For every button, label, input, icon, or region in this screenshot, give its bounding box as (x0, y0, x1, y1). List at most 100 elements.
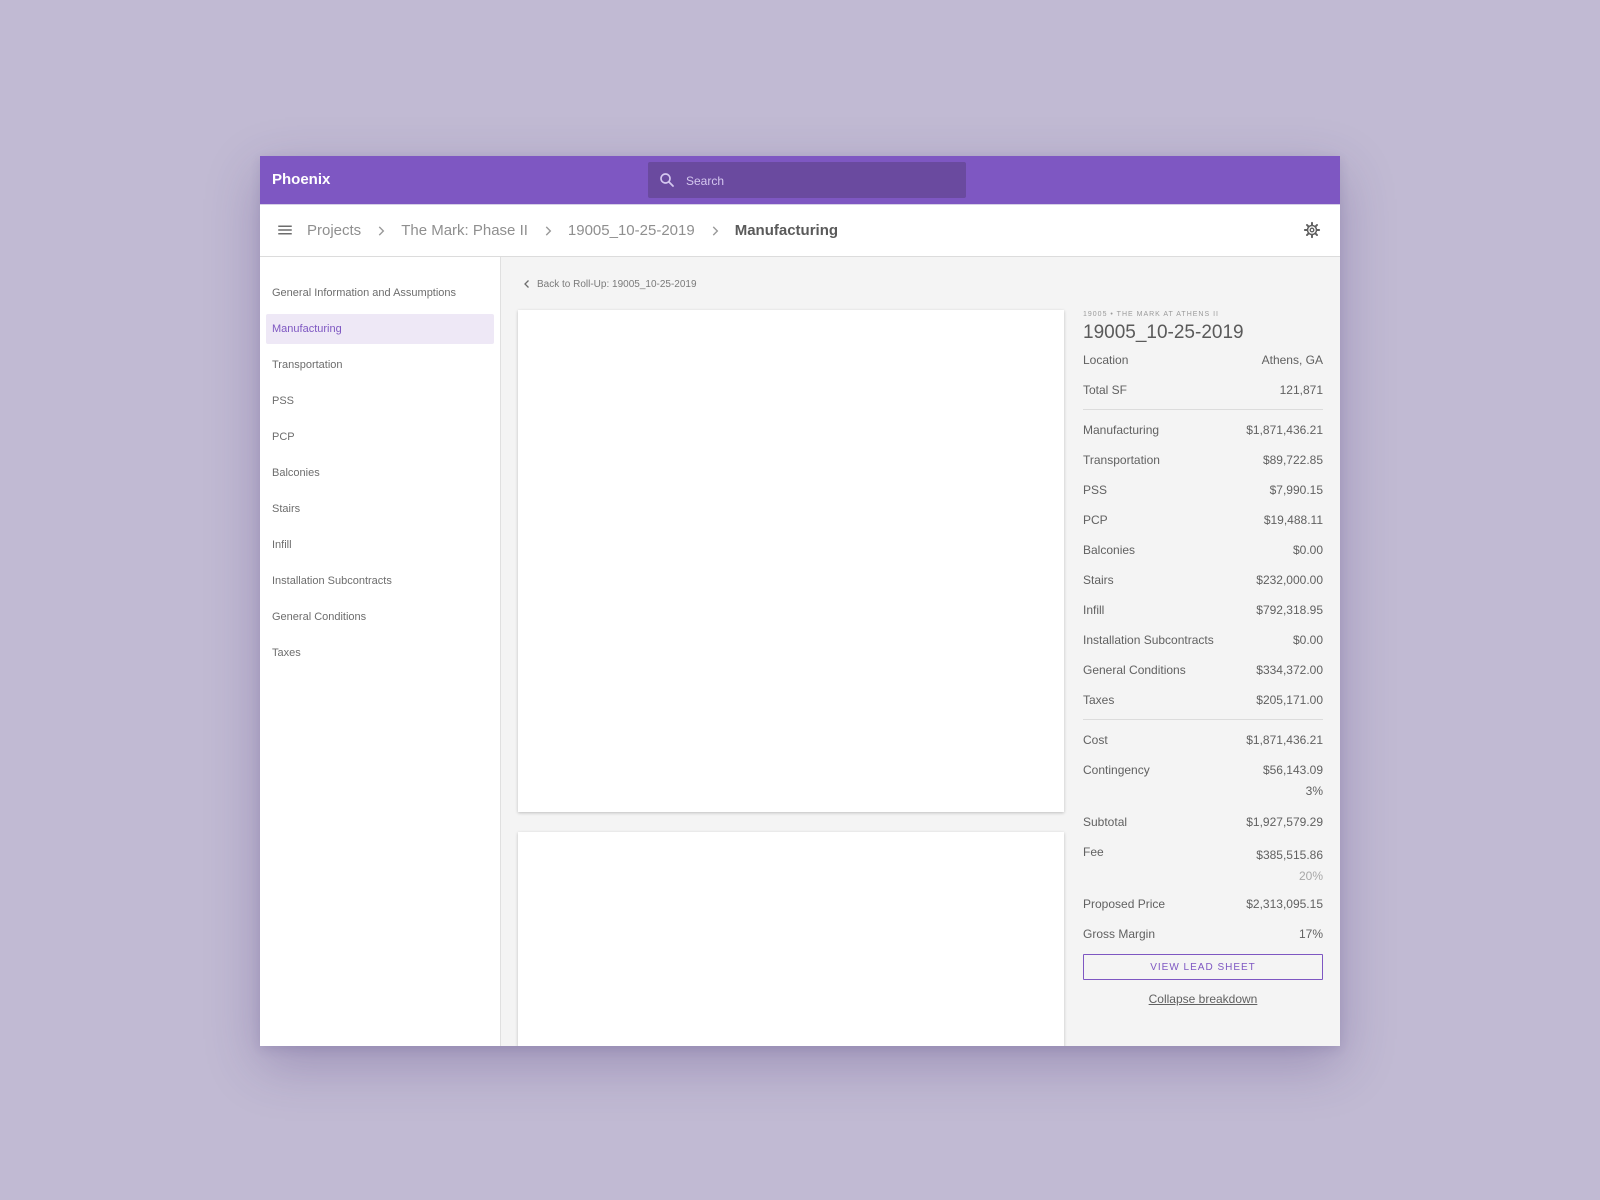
row-label: Total SF (1083, 383, 1128, 397)
summary-row-stairs: Stairs $232,000.00 (1083, 565, 1323, 595)
summary-title: 19005_10-25-2019 (1083, 322, 1244, 343)
row-value: $1,871,436.21 (1246, 733, 1323, 747)
row-values: $56,143.09 3% (1263, 760, 1323, 802)
row-label: Fee (1083, 845, 1104, 859)
row-label: Manufacturing (1083, 423, 1160, 437)
chevron-left-icon (524, 280, 529, 288)
summary-row-taxes: Taxes $205,171.00 (1083, 685, 1323, 715)
row-label: Location (1083, 353, 1129, 367)
divider (1083, 719, 1323, 720)
sidebar-item-general-information[interactable]: General Information and Assumptions (266, 278, 494, 308)
row-value: $792,318.95 (1256, 603, 1323, 617)
breadcrumb-bar: Projects The Mark: Phase II 19005_10-25-… (260, 204, 1340, 257)
row-label: Contingency (1083, 763, 1150, 777)
summary-row-pss: PSS $7,990.15 (1083, 475, 1323, 505)
sidebar-item-pcp[interactable]: PCP (266, 422, 494, 452)
row-label: Proposed Price (1083, 897, 1166, 911)
row-label: Infill (1083, 603, 1105, 617)
menu-icon[interactable] (276, 221, 294, 239)
search-icon (660, 173, 674, 187)
row-label: Cost (1083, 733, 1108, 747)
breadcrumb: Projects The Mark: Phase II 19005_10-25-… (307, 205, 838, 256)
summary-row-manufacturing: Manufacturing $1,871,436.21 (1083, 415, 1323, 445)
row-value: $205,171.00 (1256, 693, 1323, 707)
chevron-right-icon (545, 225, 552, 236)
collapse-breakdown-link[interactable]: Collapse breakdown (1083, 992, 1323, 1006)
row-percent: 3% (1305, 784, 1323, 798)
sidebar: General Information and Assumptions Manu… (260, 257, 501, 1046)
sidebar-item-manufacturing[interactable]: Manufacturing (266, 314, 494, 344)
app-window: Phoenix Projects The Mark: Phase II 1900… (260, 156, 1340, 1046)
sidebar-item-transportation[interactable]: Transportation (266, 350, 494, 380)
summary-row-balconies: Balconies $0.00 (1083, 535, 1323, 565)
breadcrumb-estimate[interactable]: 19005_10-25-2019 (568, 222, 695, 239)
row-value: 17% (1298, 927, 1323, 941)
back-to-rollup-link[interactable]: Back to Roll-Up: 19005_10-25-2019 (521, 275, 697, 293)
row-label: Transportation (1083, 453, 1160, 467)
divider (1083, 409, 1323, 410)
view-lead-sheet-button[interactable]: VIEW LEAD SHEET (1083, 954, 1323, 980)
row-value: $2,313,095.15 (1246, 897, 1323, 911)
summary-row-transportation: Transportation $89,722.85 (1083, 445, 1323, 475)
row-label: Stairs (1083, 573, 1114, 587)
content-card (518, 310, 1064, 812)
back-link-label: Back to Roll-Up: 19005_10-25-2019 (537, 278, 697, 290)
summary-row-proposed-price: Proposed Price $2,313,095.15 (1083, 889, 1323, 919)
summary-row-infill: Infill $792,318.95 (1083, 595, 1323, 625)
chevron-right-icon (378, 225, 385, 236)
summary-row-pcp: PCP $19,488.11 (1083, 505, 1323, 535)
row-value: $385,515.86 (1256, 848, 1323, 862)
row-values: $385,515.86 20% (1256, 845, 1323, 887)
content-card (518, 832, 1064, 1046)
row-value: $89,722.85 (1262, 453, 1323, 467)
summary-row-gross-margin: Gross Margin 17% (1083, 919, 1323, 949)
row-label: Taxes (1083, 693, 1115, 707)
row-label: PSS (1083, 483, 1108, 497)
row-value: $232,000.00 (1256, 573, 1323, 587)
row-value: $0.00 (1292, 633, 1323, 647)
row-label: General Conditions (1083, 663, 1186, 677)
summary-row-general-conditions: General Conditions $334,372.00 (1083, 655, 1323, 685)
sidebar-item-installation-subcontracts[interactable]: Installation Subcontracts (266, 566, 494, 596)
row-value: 121,871 (1279, 383, 1323, 397)
row-label: Subtotal (1083, 815, 1128, 829)
breadcrumb-projects[interactable]: Projects (307, 222, 361, 239)
row-label: PCP (1083, 513, 1108, 527)
sidebar-item-general-conditions[interactable]: General Conditions (266, 602, 494, 632)
search-input[interactable] (684, 162, 958, 200)
summary-row-cost: Cost $1,871,436.21 (1083, 725, 1323, 755)
row-value: $56,143.09 (1262, 763, 1323, 777)
search-box[interactable] (648, 162, 966, 200)
sidebar-list: General Information and Assumptions Manu… (260, 278, 500, 674)
summary-row-subtotal: Subtotal $1,927,579.29 (1083, 807, 1323, 837)
summary-row-fee: Fee $385,515.86 20% (1083, 837, 1323, 889)
summary-row-total-sf: Total SF 121,871 (1083, 375, 1323, 405)
main-content: Back to Roll-Up: 19005_10-25-2019 19005 … (501, 257, 1340, 1046)
summary-row-installation-subcontracts: Installation Subcontracts $0.00 (1083, 625, 1323, 655)
row-label: Gross Margin (1083, 927, 1156, 941)
row-value: $0.00 (1292, 543, 1323, 557)
row-label: Installation Subcontracts (1083, 633, 1214, 647)
row-value: $19,488.11 (1263, 513, 1323, 527)
row-value: $334,372.00 (1256, 663, 1323, 677)
breadcrumb-project[interactable]: The Mark: Phase II (401, 222, 528, 239)
row-label: Balconies (1083, 543, 1136, 557)
row-value: $1,927,579.29 (1246, 815, 1323, 829)
row-value: $1,871,436.21 (1246, 423, 1323, 437)
row-value: $7,990.15 (1269, 483, 1323, 497)
app-bar: Phoenix (260, 156, 1340, 204)
summary-kicker: 19005 • THE MARK AT ATHENS II (1083, 311, 1219, 318)
row-value: Athens, GA (1261, 353, 1323, 367)
summary-row-contingency: Contingency $56,143.09 3% (1083, 755, 1323, 807)
chevron-right-icon (712, 225, 719, 236)
breadcrumb-current: Manufacturing (734, 222, 839, 239)
app-title: Phoenix (272, 171, 331, 188)
sidebar-item-stairs[interactable]: Stairs (266, 494, 494, 524)
summary-row-location: Location Athens, GA (1083, 345, 1323, 375)
gear-icon[interactable] (1303, 221, 1321, 239)
row-percent: 20% (1298, 869, 1323, 883)
sidebar-item-infill[interactable]: Infill (266, 530, 494, 560)
sidebar-item-balconies[interactable]: Balconies (266, 458, 494, 488)
sidebar-item-pss[interactable]: PSS (266, 386, 494, 416)
sidebar-item-taxes[interactable]: Taxes (266, 638, 494, 668)
